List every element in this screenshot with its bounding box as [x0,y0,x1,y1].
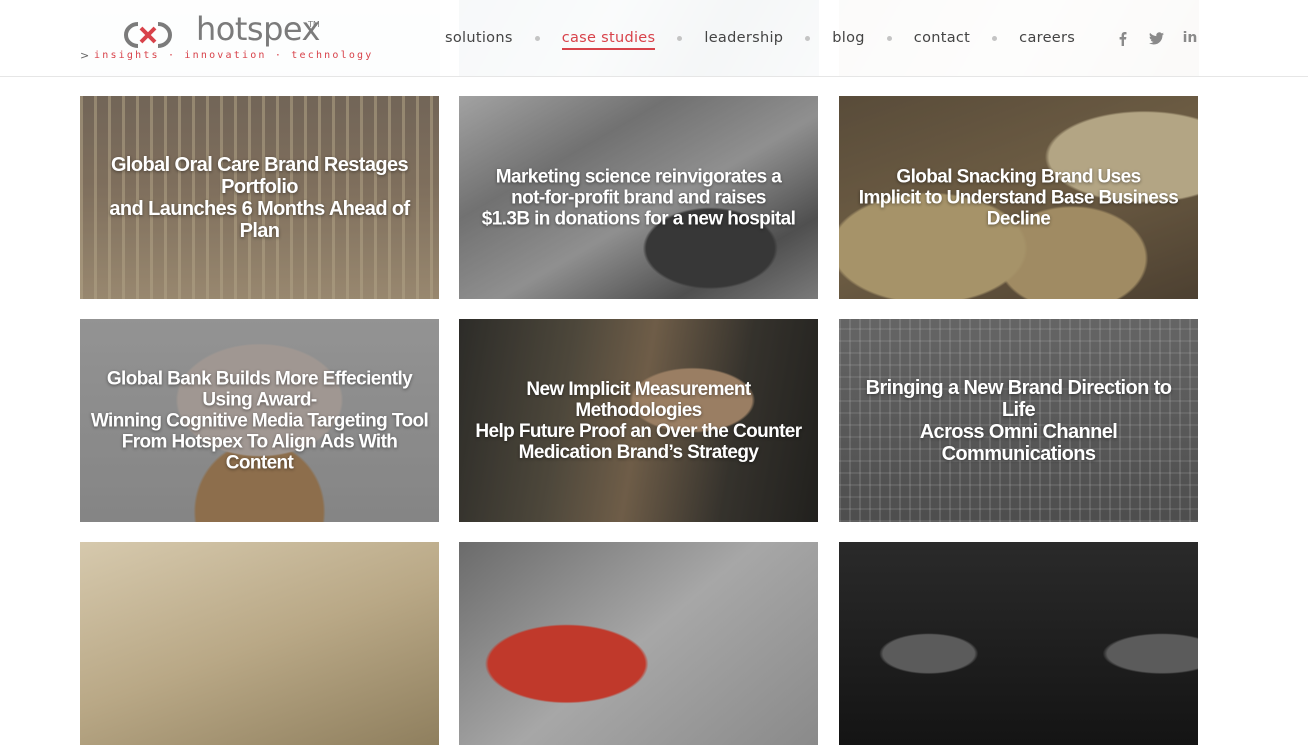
site-header: hotspex TM > insights · innovation · tec… [0,0,1308,77]
case-study-card[interactable]: New Implicit Measurement Methodologies H… [459,319,818,522]
social-links: in [1112,28,1200,48]
facebook-icon[interactable] [1112,28,1132,48]
card-title: Bringing a New Brand Direction to Life A… [865,376,1172,465]
card-title: Global Bank Builds More Effeciently Usin… [90,368,429,473]
twitter-icon[interactable] [1146,28,1166,48]
tagline-arrow-icon: > [80,49,90,62]
hotspex-logo[interactable]: hotspex TM > insights · innovation · tec… [80,10,371,66]
case-study-card[interactable] [839,542,1198,745]
logo-trademark: TM [308,20,320,29]
linkedin-icon[interactable]: in [1180,28,1200,48]
nav-separator [677,35,683,41]
nav-item-careers[interactable]: careers [1019,30,1075,46]
nav-separator [534,35,540,41]
card-title: Marketing science reinvigorates a not-fo… [481,166,796,229]
nav-item-case-studies[interactable]: case studies [561,30,656,50]
logo-wordmark: hotspex [196,10,320,48]
logo-mark-icon [124,22,172,48]
card-title: Global Snacking Brand Uses Implicit to U… [858,166,1179,229]
case-study-card[interactable]: Global Snacking Brand Uses Implicit to U… [839,96,1198,299]
main-navigation: solutions case studies leadership blog c… [445,28,1075,50]
nav-item-leadership[interactable]: leadership [704,30,783,46]
case-study-card[interactable]: Global Oral Care Brand Restages Portfoli… [80,96,439,299]
case-study-card[interactable] [80,542,439,745]
card-image [459,542,818,745]
nav-item-contact[interactable]: contact [914,30,970,46]
card-title: New Implicit Measurement Methodologies H… [475,378,802,463]
card-image [80,542,439,745]
nav-item-blog[interactable]: blog [832,30,865,46]
linkedin-label: in [1182,30,1198,46]
nav-separator [805,35,811,41]
case-study-card[interactable]: Bringing a New Brand Direction to Life A… [839,319,1198,522]
card-title: Global Oral Care Brand Restages Portfoli… [109,153,410,242]
nav-item-solutions[interactable]: solutions [445,30,513,46]
case-study-card[interactable]: Global Bank Builds More Effeciently Usin… [80,319,439,522]
nav-separator [992,35,998,41]
case-study-card[interactable]: Marketing science reinvigorates a not-fo… [459,96,818,299]
nav-separator [886,35,892,41]
case-study-card[interactable] [459,542,818,745]
logo-tagline: insights · innovation · technology [94,50,374,61]
card-image [839,542,1198,745]
